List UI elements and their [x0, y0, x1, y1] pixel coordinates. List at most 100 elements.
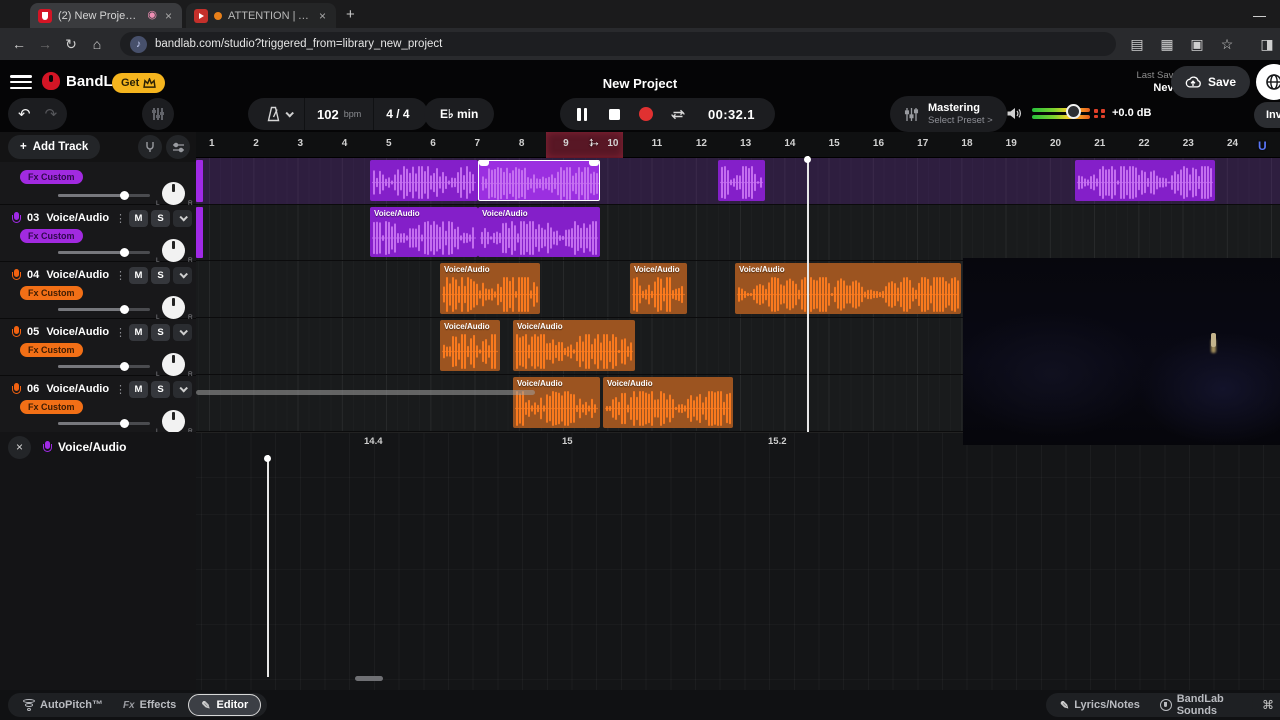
track-row[interactable]: 05 Voice/Audio ⋮ M S Fx Custom L R — [0, 319, 196, 378]
pan-knob[interactable] — [162, 353, 185, 376]
editor-playhead[interactable] — [264, 455, 270, 677]
audio-region[interactable]: Voice/Audio — [440, 320, 500, 371]
reload-button[interactable]: ↻ — [58, 36, 84, 53]
fx-custom-badge[interactable]: Fx Custom — [20, 400, 83, 414]
audio-region[interactable]: Voice/Audio — [735, 263, 961, 314]
mastering-preset-link[interactable]: Select Preset > — [928, 115, 993, 126]
invite-button[interactable]: Inv — [1254, 102, 1280, 128]
lyrics-notes-button[interactable]: ✎ Lyrics/Notes — [1052, 699, 1148, 712]
track-volume-slider[interactable] — [58, 248, 150, 257]
record-button[interactable] — [630, 98, 662, 130]
volume-knob[interactable] — [1066, 104, 1081, 119]
solo-button[interactable]: S — [151, 380, 170, 398]
audio-region[interactable] — [1075, 160, 1215, 201]
back-button[interactable]: ← — [6, 36, 32, 52]
slider-handle[interactable] — [120, 419, 129, 428]
pan-knob[interactable] — [162, 239, 185, 262]
mastering-button[interactable]: Mastering Select Preset > — [890, 96, 1007, 132]
fx-custom-badge[interactable]: Fx Custom — [20, 343, 83, 357]
speaker-icon[interactable] — [1006, 106, 1023, 121]
audio-region[interactable]: Voice/Audio — [370, 207, 478, 257]
kebab-menu-icon[interactable]: ⋮ — [115, 326, 126, 339]
pause-button[interactable] — [566, 98, 598, 130]
mixer-button[interactable] — [142, 98, 174, 130]
tab-close-icon[interactable]: × — [163, 9, 174, 23]
track-lane[interactable]: Voice/Audio Voice/Audio — [196, 205, 1280, 261]
mute-button[interactable]: M — [129, 380, 148, 398]
slider-handle[interactable] — [120, 305, 129, 314]
bookmark-star-icon[interactable]: ☆ — [1214, 36, 1240, 53]
fx-custom-badge[interactable]: Fx Custom — [20, 170, 83, 184]
kebab-menu-icon[interactable]: ⋮ — [115, 269, 126, 282]
kebab-menu-icon[interactable]: ⋮ — [115, 212, 126, 225]
editor-tab-button[interactable]: ✎ Editor — [188, 694, 262, 716]
track-volume-slider[interactable] — [58, 419, 150, 428]
playhead[interactable] — [804, 156, 810, 432]
browser-tab-youtube[interactable]: ATTENTION | Afrobeat x Da × — [186, 3, 336, 28]
add-track-button[interactable]: + Add Track — [8, 135, 101, 159]
pan-knob[interactable] — [162, 182, 185, 205]
track-volume-slider[interactable] — [58, 305, 150, 314]
fx-custom-badge[interactable]: Fx Custom — [20, 229, 83, 243]
side-panel-icon[interactable]: ◨ — [1254, 36, 1280, 53]
forward-button[interactable]: → — [32, 36, 58, 52]
collapse-chevron-icon[interactable] — [173, 266, 192, 284]
slider-handle[interactable] — [120, 191, 129, 200]
slider-handle[interactable] — [120, 362, 129, 371]
extensions-icon[interactable]: ▤ — [1124, 36, 1150, 53]
track-volume-slider[interactable] — [58, 191, 150, 200]
loop-button[interactable] — [662, 98, 694, 130]
stop-button[interactable] — [598, 98, 630, 130]
tuner-button[interactable] — [138, 135, 162, 159]
solo-button[interactable]: S — [151, 266, 170, 284]
shortcuts-button[interactable]: ⌘ — [1252, 693, 1280, 717]
audio-region[interactable] — [718, 160, 765, 201]
audio-region-selected[interactable] — [478, 160, 600, 201]
track-row[interactable]: 04 Voice/Audio ⋮ M S Fx Custom L R — [0, 262, 196, 321]
audio-region[interactable] — [370, 160, 478, 201]
effects-button[interactable]: Fx Effects — [115, 699, 184, 711]
collapse-chevron-icon[interactable] — [173, 209, 192, 227]
audio-region[interactable]: Voice/Audio — [440, 263, 540, 314]
editor-scrollbar[interactable] — [355, 676, 383, 681]
master-volume-slider[interactable] — [1032, 104, 1105, 122]
pan-knob[interactable] — [162, 296, 185, 319]
new-tab-button[interactable]: + — [346, 6, 355, 23]
metronome-button[interactable] — [254, 98, 304, 130]
address-bar[interactable]: ♪ bandlab.com/studio?triggered_from=libr… — [120, 32, 1116, 56]
redo-button[interactable]: ↷ — [45, 105, 58, 123]
mute-button[interactable]: M — [129, 209, 148, 227]
solo-button[interactable]: S — [151, 209, 170, 227]
key-signature-button[interactable]: E♭ min — [424, 98, 495, 130]
audio-region[interactable]: Voice/Audio — [513, 320, 635, 371]
audio-region[interactable]: Voice/Audio — [630, 263, 687, 314]
time-signature-control[interactable]: 4 / 4 — [373, 98, 421, 130]
audio-region[interactable]: Voice/Audio — [478, 207, 600, 257]
timeline-ruler[interactable]: ↔ ↕ U 1 2 3 4 5 6 7 8 9 10 11 12 13 14 15 16 17 18 19 20 21 22… — [196, 132, 1280, 158]
track-row[interactable]: Fx Custom L R — [0, 162, 196, 207]
solo-button[interactable]: S — [151, 323, 170, 341]
track-settings-button[interactable] — [166, 135, 190, 159]
audio-region[interactable]: Voice/Audio — [603, 377, 733, 428]
home-button[interactable]: ⌂ — [84, 36, 110, 52]
fx-custom-badge[interactable]: Fx Custom — [20, 286, 83, 300]
translate-icon[interactable]: ▣ — [1184, 36, 1210, 53]
browser-tab-studio[interactable]: (2) New Project - Studio ◉ × — [30, 3, 182, 28]
audio-region[interactable]: Voice/Audio — [513, 377, 600, 428]
cast-icon[interactable]: ▦ — [1154, 36, 1180, 53]
close-icon[interactable]: × — [8, 435, 31, 459]
track-lane[interactable] — [196, 158, 1280, 205]
tab-close-icon[interactable]: × — [317, 9, 328, 23]
track-row[interactable]: 03 Voice/Audio ⋮ M S Fx Custom L R — [0, 205, 196, 264]
mute-button[interactable]: M — [129, 266, 148, 284]
track-volume-slider[interactable] — [58, 362, 150, 371]
pan-knob[interactable] — [162, 410, 185, 432]
window-minimize-button[interactable]: — — [1253, 8, 1266, 23]
mute-button[interactable]: M — [129, 323, 148, 341]
track-row[interactable]: 06 Voice/Audio ⋮ M S Fx Custom L R — [0, 376, 196, 432]
horizontal-scrollbar[interactable] — [196, 390, 535, 395]
slider-handle[interactable] — [120, 248, 129, 257]
collapse-chevron-icon[interactable] — [173, 323, 192, 341]
bpm-control[interactable]: 102 bpm — [304, 98, 373, 130]
collapse-chevron-icon[interactable] — [173, 380, 192, 398]
